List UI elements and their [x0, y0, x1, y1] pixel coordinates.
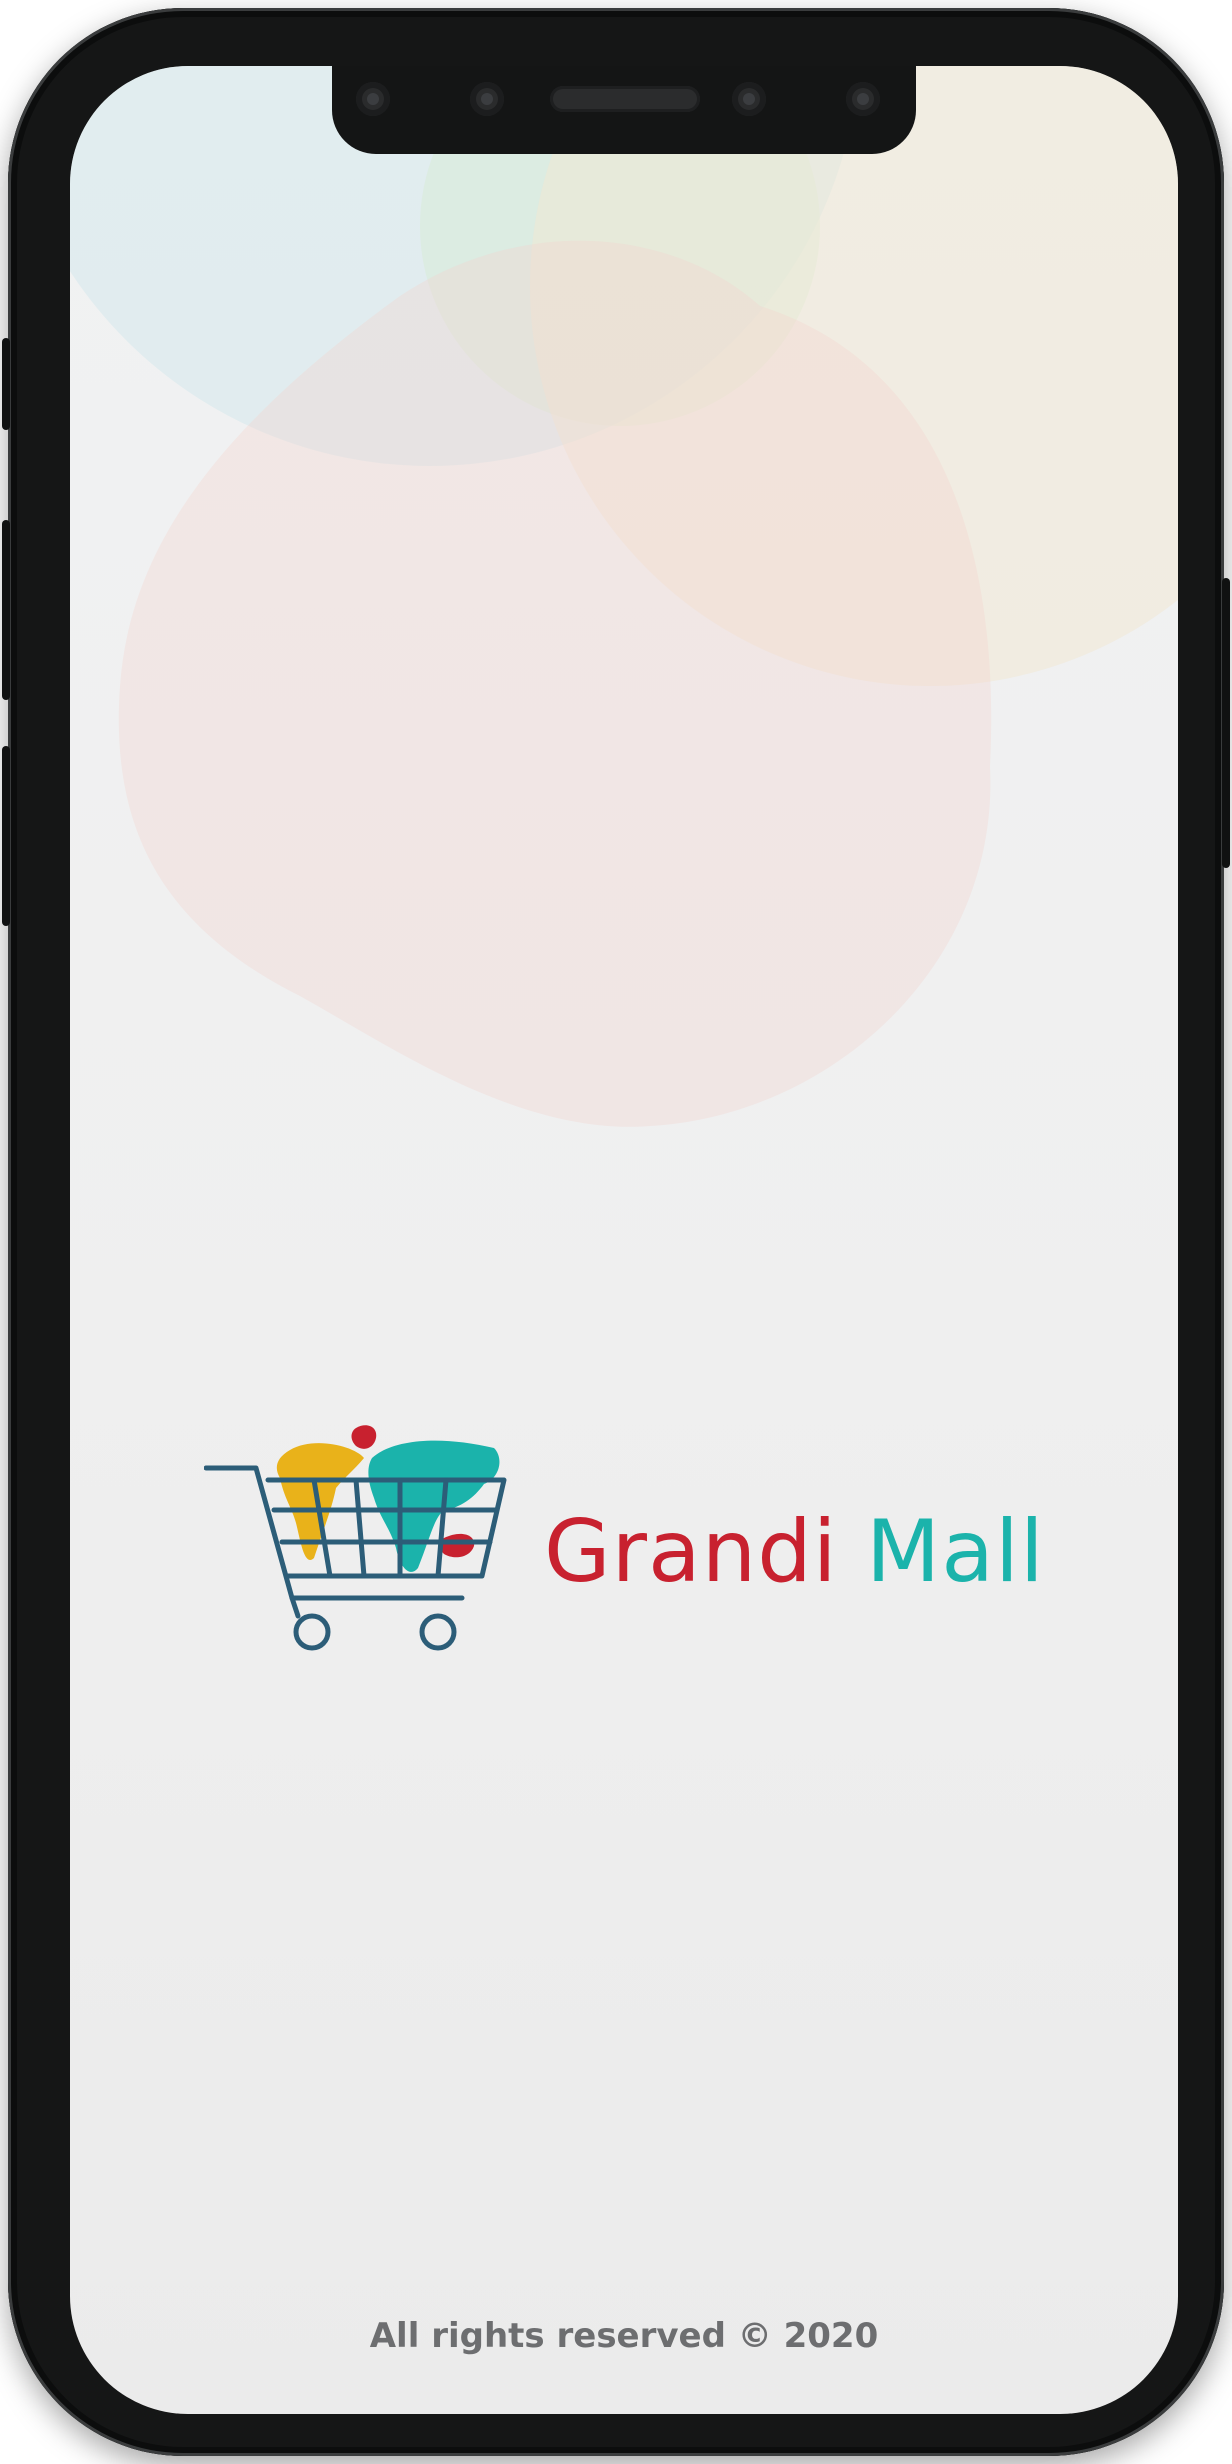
proximity-sensor-icon — [846, 82, 880, 116]
copyright-text: All rights reserved © 2020 — [369, 2316, 879, 2356]
brand-name-grandi: Grandi — [544, 1502, 838, 1602]
front-camera-icon — [732, 82, 766, 116]
background-blobs — [70, 66, 1178, 1127]
volume-down-button — [2, 746, 10, 926]
earpiece-speaker — [550, 86, 700, 112]
device-notch — [332, 66, 916, 154]
volume-up-button — [2, 520, 10, 700]
brand-name: Grandi Mall — [544, 1502, 1045, 1602]
shopping-cart-world-icon — [204, 1425, 507, 1651]
app-logo: Grandi Mall — [204, 1418, 1044, 1658]
splash-screen: Grandi Mall All rights reserved © 2020 — [70, 66, 1178, 2414]
sensor-icon — [356, 82, 390, 116]
camera-icon — [470, 82, 504, 116]
phone-frame: Grandi Mall All rights reserved © 2020 — [2, 8, 1230, 2456]
power-button — [1222, 578, 1230, 868]
brand-name-mall: Mall — [866, 1502, 1045, 1602]
mute-switch — [2, 338, 10, 430]
